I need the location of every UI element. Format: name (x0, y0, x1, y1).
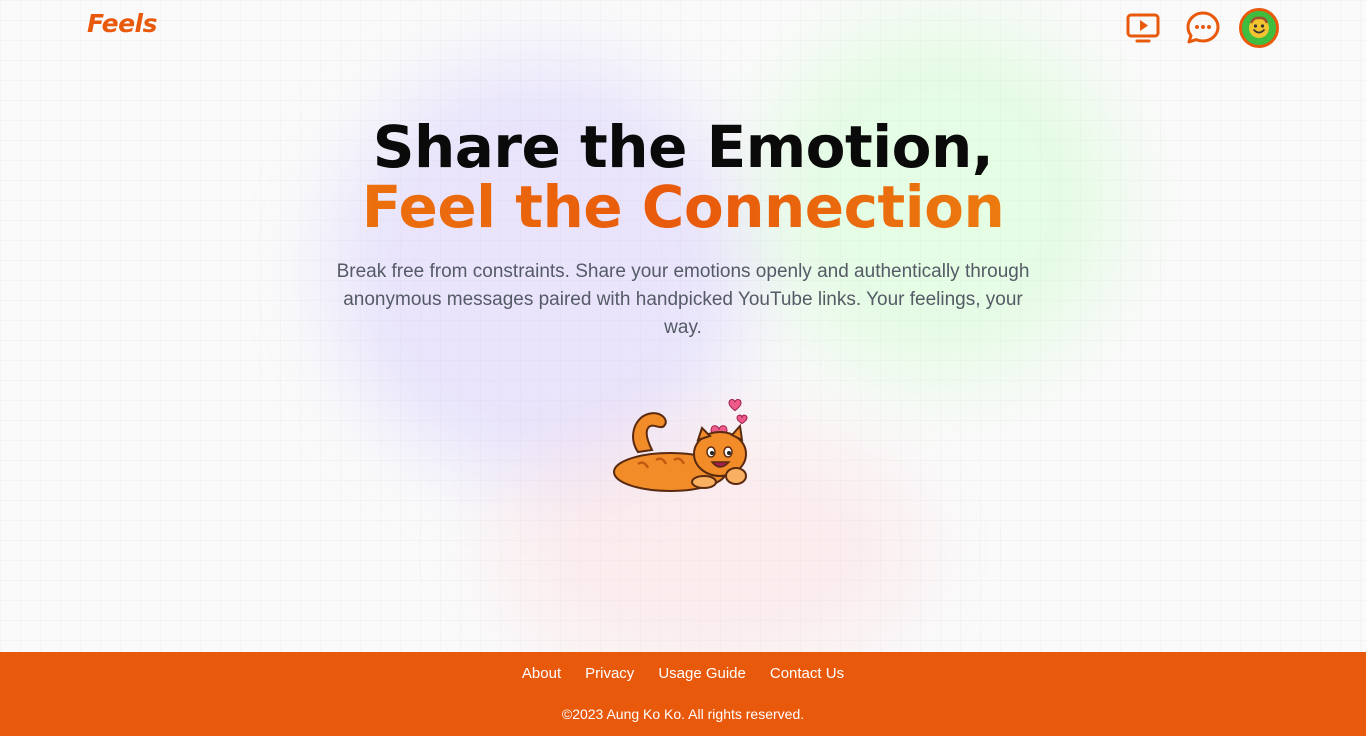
footer-link-usage-guide[interactable]: Usage Guide (658, 665, 746, 682)
hero-title-line-2: Feel the Connection (0, 177, 1366, 237)
video-play-icon[interactable] (1125, 10, 1161, 46)
top-navbar: Feels (0, 0, 1366, 56)
footer-link-contact-us[interactable]: Contact Us (770, 665, 844, 682)
avatar[interactable] (1239, 8, 1279, 48)
hero-description: Break free from constraints. Share your … (336, 261, 1030, 338)
footer-link-about[interactable]: About (522, 665, 561, 682)
chat-bubble-icon[interactable] (1185, 10, 1221, 46)
hero-section: Share the Emotion, Feel the Connection B… (0, 56, 1366, 652)
footer-nav: About Privacy Usage Guide Contact Us (0, 665, 1366, 682)
footer: About Privacy Usage Guide Contact Us ©20… (0, 652, 1366, 736)
logo[interactable]: Feels (87, 9, 158, 38)
hero-title-line-1: Share the Emotion, (372, 113, 994, 181)
copyright-text: ©2023 Aung Ko Ko. All rights reserved. (561, 706, 805, 722)
footer-link-privacy[interactable]: Privacy (585, 665, 634, 682)
cat-illustration (608, 390, 758, 494)
